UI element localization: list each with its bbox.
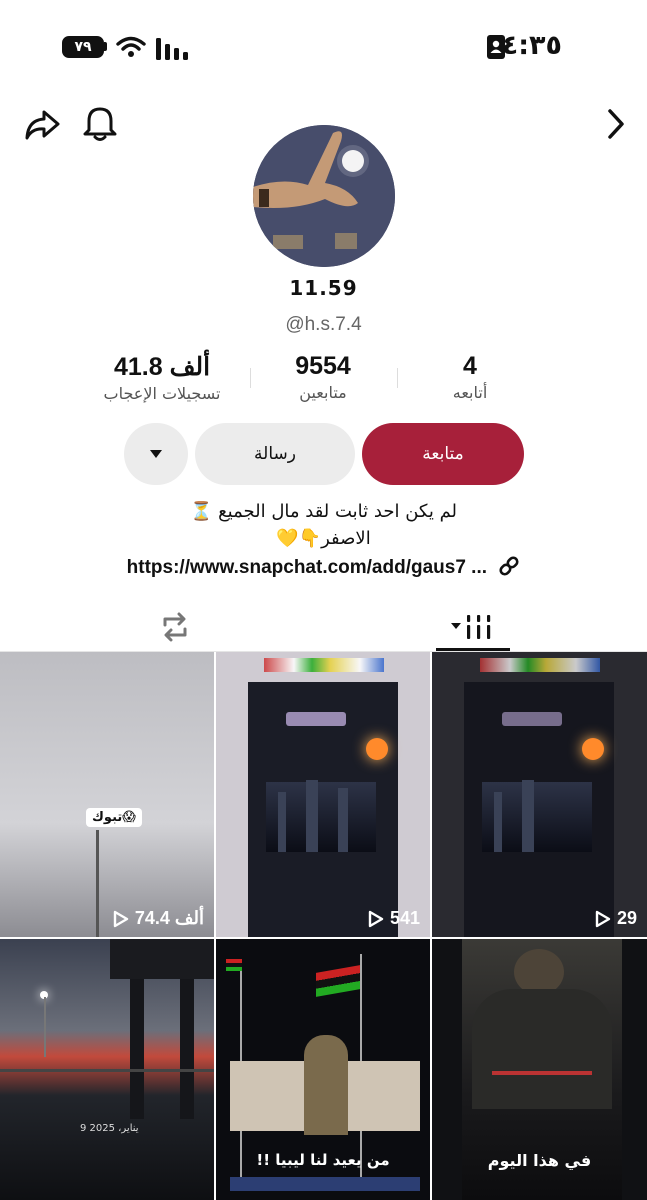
video-caption: من يعيد لنا ليبيا !! (256, 1151, 390, 1169)
avatar[interactable] (253, 125, 395, 267)
view-count: 29 (595, 908, 637, 929)
bio-line: لم يكن احد ثابت لقد مال الجميع ⏳ (189, 501, 458, 522)
video-caption: في هذا اليوم (487, 1151, 592, 1170)
video-thumbnail[interactable]: من يعيد لنا ليبيا !! (216, 939, 430, 1200)
video-thumbnail[interactable]: 9 يناير، 2025 (0, 939, 214, 1200)
video-caption: تبوك😱 (86, 808, 142, 827)
share-icon[interactable] (22, 104, 62, 144)
view-count: 541 (368, 908, 420, 929)
followers-label: متابعين (299, 383, 347, 402)
likes-count: 41.8 ألف (113, 353, 211, 381)
video-caption: 9 يناير، 2025 (80, 1123, 139, 1134)
lamp-post (96, 830, 99, 937)
view-count: 74.4 ألف (113, 908, 204, 929)
repost-icon (163, 612, 187, 642)
username: @h.s.7.4 (285, 314, 362, 335)
caret-down-icon (150, 450, 162, 458)
likes-label: تسجيلات الإعجاب (103, 384, 221, 403)
tab-videos[interactable] (436, 603, 510, 651)
play-icon (368, 910, 384, 927)
battery-level: ٧٩ (74, 39, 92, 55)
video-thumbnail[interactable]: تبوك😱 74.4 ألف (0, 652, 214, 937)
tab-reposts[interactable] (140, 603, 210, 651)
battery-icon: ٧٩ (62, 36, 104, 58)
view-count-value: 29 (616, 908, 637, 928)
view-count-value: 74.4 ألف (134, 908, 204, 928)
wifi-icon (116, 36, 146, 57)
follow-button[interactable]: متابعة (362, 423, 524, 485)
video-thumbnail[interactable]: 29 (432, 652, 647, 937)
battery-tip (104, 42, 107, 51)
video-thumbnail[interactable]: 541 (216, 652, 430, 937)
message-button[interactable]: رسالة (195, 423, 355, 485)
bio-link[interactable]: https://www.snapchat.com/add/gaus7 ... (127, 557, 487, 578)
video-grid-icon (451, 615, 491, 639)
play-icon (113, 910, 129, 927)
bio-line: الاصفر👇💛 (276, 528, 371, 549)
play-icon (595, 910, 611, 927)
suggestions-dropdown-button[interactable] (124, 423, 188, 485)
clock: ٤:٣٥ (501, 30, 562, 61)
video-thumbnail[interactable]: في هذا اليوم (432, 939, 647, 1200)
chevron-right-icon[interactable] (598, 104, 638, 144)
stat-followers[interactable]: 9554 متابعين (233, 352, 413, 402)
link-icon (499, 556, 519, 576)
view-count-value: 541 (389, 908, 420, 928)
signal-icon (156, 38, 188, 60)
bio-link-row[interactable]: https://www.snapchat.com/add/gaus7 ... (0, 556, 647, 579)
stat-likes[interactable]: 41.8 ألف تسجيلات الإعجاب (72, 352, 252, 403)
bell-icon[interactable] (80, 104, 120, 144)
status-bar: ٧٩ ٤:٣٥ (0, 0, 647, 95)
display-name: 11.59 (289, 276, 358, 300)
followers-count: 9554 (295, 352, 351, 380)
